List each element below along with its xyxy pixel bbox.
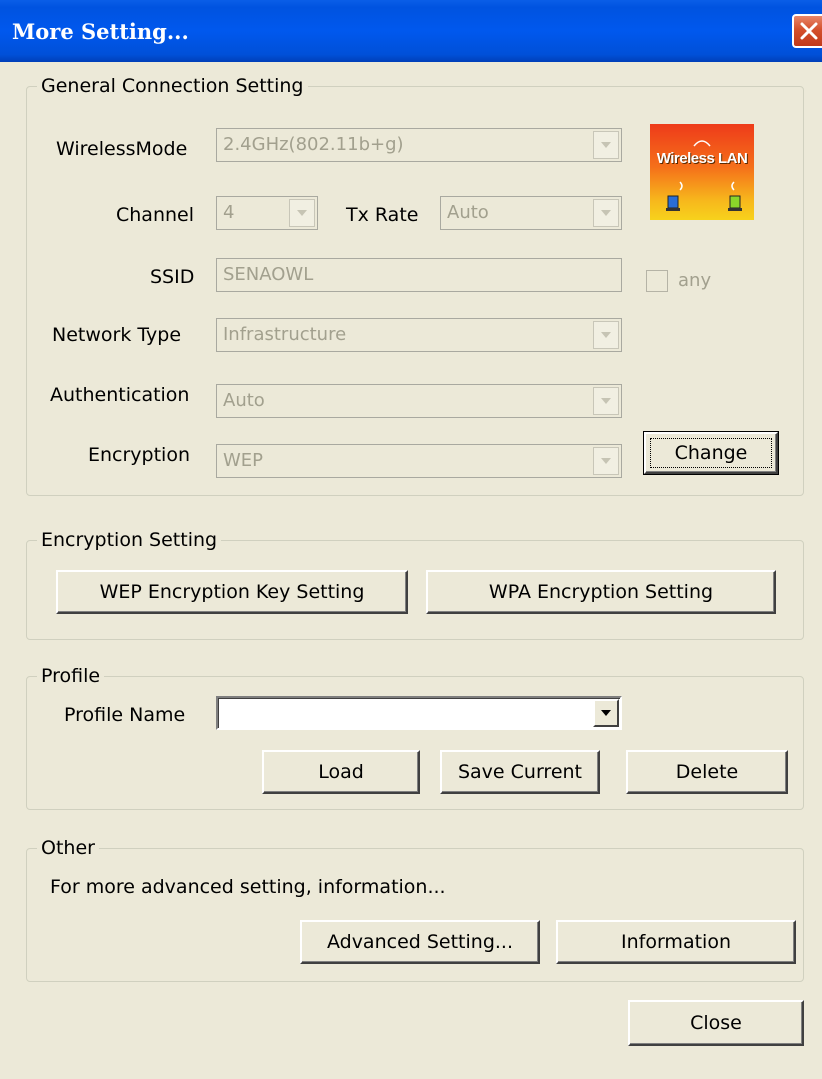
chevron-down-icon [601,332,611,338]
close-button-label: Close [690,1012,742,1034]
change-button[interactable]: Change [643,431,779,475]
title-bar: More Setting... [0,0,822,62]
ssid-label: SSID [150,266,195,288]
tx-rate-value: Auto [447,202,489,223]
encryption-dropdown-button[interactable] [593,447,619,475]
save-current-button[interactable]: Save Current [440,750,600,794]
wep-button-label: WEP Encryption Key Setting [99,581,365,603]
network-type-value: Infrastructure [223,324,347,345]
advanced-setting-button[interactable]: Advanced Setting... [300,920,540,964]
information-button[interactable]: Information [556,920,796,964]
profile-name-label: Profile Name [64,704,186,726]
chevron-down-icon [601,458,611,464]
network-type-label: Network Type [52,324,182,346]
close-button[interactable]: Close [628,1000,804,1046]
other-description: For more advanced setting, information..… [50,876,446,898]
chevron-down-icon [601,142,611,148]
encryption-value: WEP [223,450,264,471]
wireless-mode-label: WirelessMode [56,138,188,160]
authentication-select[interactable]: Auto [216,384,622,418]
close-window-button[interactable] [792,14,822,48]
wep-encryption-key-setting-button[interactable]: WEP Encryption Key Setting [56,570,408,614]
wireless-mode-select[interactable]: 2.4GHz(802.11b+g) [216,128,622,162]
information-button-label: Information [621,931,731,953]
tx-rate-label: Tx Rate [346,204,419,226]
general-connection-legend: General Connection Setting [41,75,304,97]
encryption-setting-legend: Encryption Setting [41,529,218,551]
wpa-encryption-setting-button[interactable]: WPA Encryption Setting [426,570,776,614]
other-legend: Other [41,837,95,859]
close-icon [800,22,818,40]
encryption-select[interactable]: WEP [216,444,622,478]
encryption-label: Encryption [88,444,191,466]
authentication-label: Authentication [50,384,190,406]
network-type-dropdown-button[interactable] [593,321,619,349]
profile-name-select[interactable] [216,696,622,730]
channel-label: Channel [116,204,195,226]
window-title: More Setting... [12,19,189,44]
focus-rectangle [650,438,772,468]
chevron-down-icon [601,210,611,216]
chevron-down-icon [601,398,611,404]
tx-rate-dropdown-button[interactable] [593,199,619,227]
wpa-button-label: WPA Encryption Setting [488,581,714,603]
channel-dropdown-button[interactable] [289,199,315,227]
channel-select[interactable]: 4 [216,196,318,230]
advanced-setting-button-label: Advanced Setting... [326,931,514,953]
chevron-down-icon [601,710,611,716]
load-button[interactable]: Load [262,750,420,794]
authentication-dropdown-button[interactable] [593,387,619,415]
authentication-value: Auto [223,390,265,411]
channel-value: 4 [223,202,235,223]
ssid-field[interactable]: SENAOWL [216,258,622,292]
network-type-select[interactable]: Infrastructure [216,318,622,352]
wireless-mode-value: 2.4GHz(802.11b+g) [223,134,404,155]
wireless-mode-dropdown-button[interactable] [593,131,619,159]
delete-button[interactable]: Delete [626,750,788,794]
wireless-lan-icon [666,140,742,211]
profile-legend: Profile [41,665,101,687]
ssid-value: SENAOWL [223,264,314,285]
delete-button-label: Delete [675,761,739,783]
any-checkbox[interactable] [646,270,668,292]
any-label: any [678,270,712,291]
load-button-label: Load [318,761,364,783]
tx-rate-select[interactable]: Auto [440,196,622,230]
wireless-lan-logo: Wireless LAN [650,124,754,220]
profile-name-dropdown-button[interactable] [593,699,619,727]
save-current-button-label: Save Current [457,761,583,783]
chevron-down-icon [297,210,307,216]
